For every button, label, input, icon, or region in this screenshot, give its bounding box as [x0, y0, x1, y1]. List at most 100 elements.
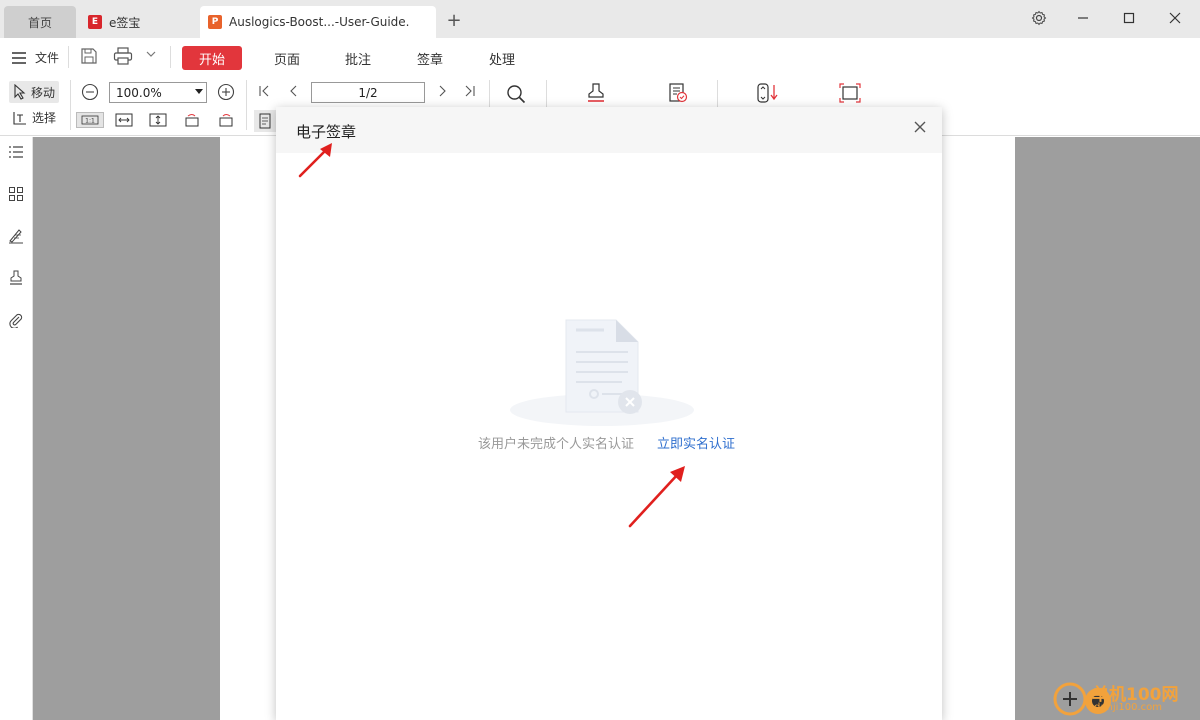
- fit-frame-icon: [839, 83, 861, 103]
- chevron-down-icon: [146, 51, 156, 57]
- maximize-icon: [1123, 12, 1135, 24]
- paging-seal-icon: [757, 83, 778, 103]
- annotation-arrow-to-title: [298, 143, 332, 178]
- document-page-icon: [259, 113, 271, 129]
- attachments-button[interactable]: [8, 312, 26, 330]
- menu-stamp[interactable]: 签章: [417, 49, 443, 68]
- thumbnails-button[interactable]: [8, 186, 26, 204]
- file-menu-button[interactable]: 文件: [12, 49, 59, 66]
- maximize-button[interactable]: [1114, 6, 1144, 30]
- menu-start[interactable]: 开始: [182, 46, 242, 70]
- fit-height-icon: [149, 113, 167, 127]
- menu-page[interactable]: 页面: [274, 49, 300, 68]
- rotate-left-button[interactable]: [183, 113, 201, 127]
- list-icon: [9, 146, 23, 158]
- rotate-right-button[interactable]: [217, 113, 235, 127]
- paperclip-icon: [9, 313, 23, 329]
- menu-annotate[interactable]: 批注: [345, 49, 371, 68]
- outline-button[interactable]: [8, 144, 26, 162]
- zoom-in-button[interactable]: [217, 83, 235, 101]
- divider: [170, 46, 171, 68]
- last-page-icon: [465, 85, 475, 97]
- verify-signature-button[interactable]: [667, 82, 689, 104]
- search-icon: [507, 85, 526, 104]
- printer-icon: [113, 47, 133, 65]
- print-button[interactable]: [113, 47, 133, 65]
- chevron-left-icon: [290, 85, 297, 97]
- save-button[interactable]: [80, 47, 98, 65]
- stamp-icon: [10, 270, 22, 285]
- last-page-button[interactable]: [464, 85, 476, 97]
- more-dropdown-button[interactable]: [146, 50, 156, 58]
- tab-esign[interactable]: E e签宝: [80, 6, 196, 38]
- tab-home[interactable]: 首页: [4, 6, 76, 38]
- page-number-value: 1/2: [358, 85, 378, 100]
- fit-width-button[interactable]: [115, 113, 133, 127]
- gear-icon: [1031, 10, 1047, 26]
- next-page-button[interactable]: [436, 85, 448, 97]
- dialog-close-button[interactable]: [912, 119, 928, 135]
- divider: [70, 80, 71, 130]
- dialog-header: 电子签章: [276, 107, 942, 153]
- zoom-in-icon: [217, 83, 235, 101]
- actual-size-button[interactable]: 1:1: [76, 112, 104, 128]
- signatures-panel-button[interactable]: [8, 228, 26, 246]
- settings-button[interactable]: [1024, 6, 1054, 30]
- search-button[interactable]: [506, 84, 526, 104]
- previous-page-button[interactable]: [288, 85, 300, 97]
- zoom-out-icon: [81, 83, 99, 101]
- hamburger-icon: [12, 51, 26, 64]
- stamp-icon: [588, 83, 604, 102]
- tab-home-label: 首页: [27, 15, 52, 30]
- title-tab-bar: 首页 E e签宝 P Auslogics-Boost...-User-Guide…: [0, 0, 1200, 38]
- move-tool-label: 移动: [31, 85, 56, 100]
- signature-pen-icon: [9, 229, 23, 244]
- tab-esign-label: e签宝: [109, 15, 141, 30]
- menu-start-label: 开始: [198, 52, 225, 68]
- new-tab-button[interactable]: +: [444, 10, 464, 31]
- menu-process[interactable]: 处理: [489, 49, 515, 68]
- move-tool-button[interactable]: 移动: [9, 81, 60, 103]
- rotate-right-icon: [219, 114, 233, 127]
- zoom-out-button[interactable]: [81, 83, 99, 101]
- zoom-level-value: 100.0%: [116, 85, 162, 100]
- tab-document[interactable]: P Auslogics-Boost...-User-Guide.: [200, 6, 436, 38]
- actual-size-icon: 1:1: [81, 115, 99, 125]
- chevron-right-icon: [439, 85, 446, 97]
- select-tool-label: 选择: [32, 111, 57, 125]
- empty-document-illustration: [510, 319, 694, 426]
- paging-seal-button[interactable]: [756, 82, 780, 104]
- divider: [68, 46, 69, 68]
- file-menu-label: 文件: [35, 51, 60, 65]
- minimize-button[interactable]: [1068, 6, 1098, 30]
- dialog-title: 电子签章: [296, 123, 357, 141]
- fit-width-icon: [115, 113, 133, 127]
- document-verify-icon: [669, 83, 688, 103]
- dropdown-arrow-icon: [195, 89, 203, 94]
- unverified-message: 该用户未完成个人实名认证: [478, 437, 635, 452]
- zoom-level-select[interactable]: 100.0%: [109, 82, 207, 103]
- first-page-button[interactable]: [258, 85, 270, 97]
- esign-app-icon: E: [88, 15, 102, 29]
- stamp-button[interactable]: [585, 82, 607, 104]
- watermark-url: danji100.com: [1094, 702, 1162, 713]
- divider: [246, 80, 247, 130]
- divider: [489, 80, 490, 110]
- verify-identity-link[interactable]: 立即实名认证: [657, 433, 735, 452]
- divider: [717, 80, 718, 110]
- fit-page-button[interactable]: [838, 82, 862, 104]
- close-window-button[interactable]: [1160, 6, 1190, 30]
- close-icon: [914, 121, 926, 133]
- page-number-input[interactable]: 1/2: [311, 82, 425, 103]
- minimize-icon: [1078, 17, 1088, 19]
- rotate-left-icon: [185, 114, 199, 127]
- stamps-panel-button[interactable]: [8, 270, 26, 288]
- save-icon: [81, 48, 97, 64]
- select-tool-button[interactable]: 选择: [13, 109, 56, 126]
- left-sidebar: [0, 137, 33, 720]
- e-signature-dialog: 电子签章 该用户未完成个人实名认证 立即实名认证: [276, 107, 942, 720]
- close-icon: [1169, 12, 1181, 24]
- single-page-view-button[interactable]: [254, 110, 276, 132]
- fit-height-button[interactable]: [149, 113, 167, 127]
- grid-icon: [9, 187, 23, 201]
